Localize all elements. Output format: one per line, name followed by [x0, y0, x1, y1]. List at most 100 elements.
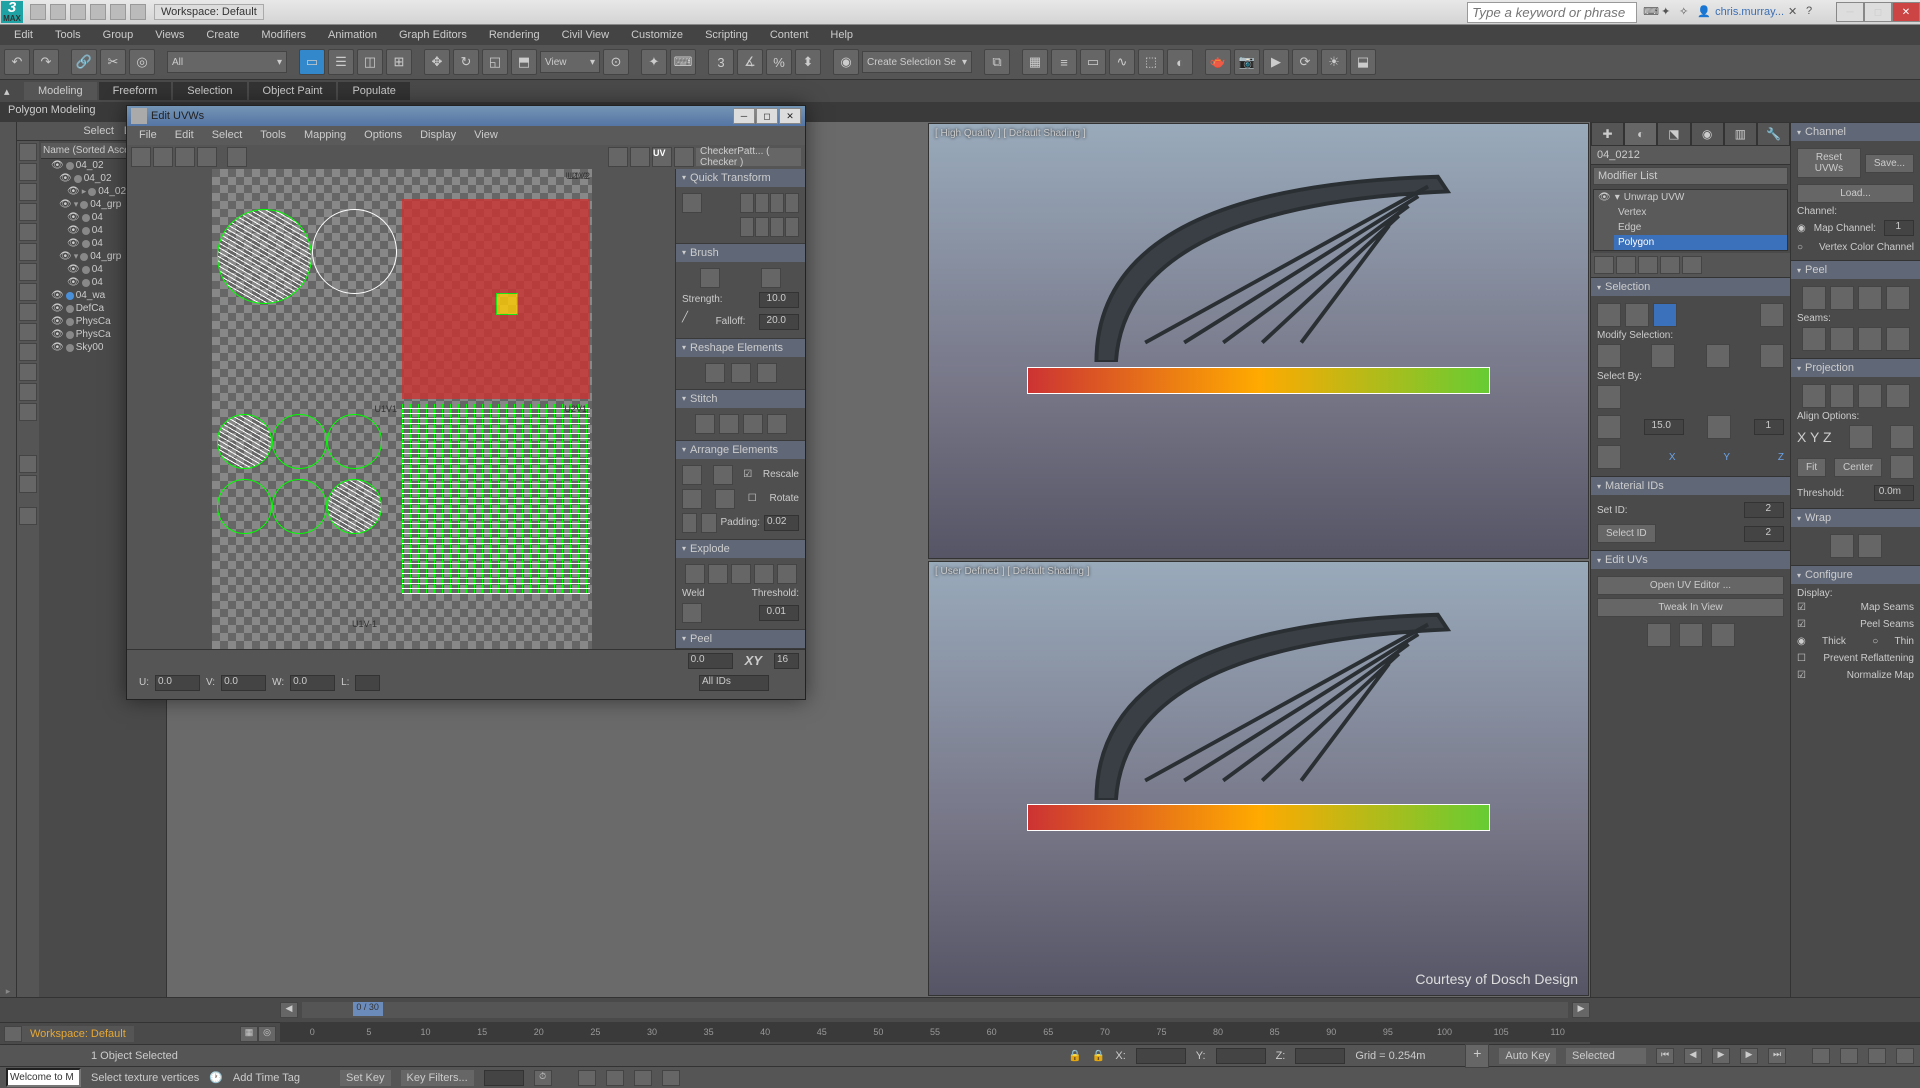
se-filter1-icon[interactable]	[19, 183, 37, 201]
tab-motion-icon[interactable]: ◉	[1691, 122, 1724, 146]
pack6-icon[interactable]	[701, 513, 716, 533]
minimize-button[interactable]: ─	[1836, 2, 1864, 22]
vpnav6-icon[interactable]	[606, 1070, 624, 1086]
qat-redo-icon[interactable]	[110, 4, 126, 20]
relax2-icon[interactable]	[757, 363, 777, 383]
uv-menu-mapping[interactable]: Mapping	[296, 127, 354, 143]
smgroup-spinner[interactable]: 1	[1754, 419, 1784, 435]
z-field[interactable]	[1295, 1048, 1345, 1064]
manipulate-icon[interactable]: ✦	[641, 49, 667, 75]
smgroup-icon[interactable]	[1707, 415, 1731, 439]
exp5-icon[interactable]	[777, 564, 797, 584]
pack5-icon[interactable]	[682, 513, 697, 533]
selectid-spinner[interactable]: 2	[1744, 526, 1784, 542]
select-name-icon[interactable]: ☰	[328, 49, 354, 75]
tab-modify-icon[interactable]: ◐	[1624, 122, 1657, 146]
window-crossing-icon[interactable]: ⊞	[386, 49, 412, 75]
activeshade-icon[interactable]: ☀	[1321, 49, 1347, 75]
next-frame-icon[interactable]: ▶	[1740, 1048, 1758, 1064]
wrap2-icon[interactable]	[1858, 534, 1882, 558]
percent-snap-icon[interactable]: %	[766, 49, 792, 75]
rollup-stitch[interactable]: Stitch	[676, 390, 805, 408]
rotate-check[interactable]: Rotate	[770, 493, 799, 504]
uv-gizmo[interactable]	[497, 294, 517, 314]
render-preset-icon[interactable]: ⬓	[1350, 49, 1376, 75]
thick-radio[interactable]: Thick	[1822, 636, 1846, 647]
ribbon-tab-modeling[interactable]: Modeling	[24, 82, 97, 100]
quickplanar3-icon[interactable]	[1711, 623, 1735, 647]
ribbon-tab-freeform[interactable]: Freeform	[99, 82, 172, 100]
quickplanar1-icon[interactable]	[1647, 623, 1671, 647]
bind-icon[interactable]: ◎	[129, 49, 155, 75]
qat-open-icon[interactable]	[50, 4, 66, 20]
curve-editor-icon[interactable]: ∿	[1109, 49, 1135, 75]
ribbon-expand-icon[interactable]: ▴	[4, 85, 22, 98]
remove-modifier-icon[interactable]	[1660, 256, 1680, 274]
rollup-quick-transform[interactable]: Quick Transform	[676, 169, 805, 187]
sel-element-icon[interactable]	[1760, 303, 1784, 327]
set-key-button[interactable]: Set Key	[340, 1070, 391, 1086]
prevent-reflattening-check[interactable]: Prevent Reflattening	[1823, 653, 1914, 664]
rollup-brush[interactable]: Brush	[676, 244, 805, 262]
pin-stack-icon[interactable]	[1594, 256, 1614, 274]
menu-help[interactable]: Help	[820, 27, 863, 43]
move-icon[interactable]: ✥	[424, 49, 450, 75]
weld-threshold-spinner[interactable]: 0.01	[759, 605, 799, 621]
signin-icon[interactable]: 👤	[1697, 5, 1711, 19]
left-gutter[interactable]: ▸	[0, 122, 17, 997]
uv-axis-label[interactable]: XY	[745, 653, 762, 668]
uv-maximize-button[interactable]: ◻	[756, 108, 778, 124]
qt7-icon[interactable]	[770, 217, 784, 237]
y-field[interactable]	[1216, 1048, 1266, 1064]
reset-uvws-button[interactable]: Reset UVWs	[1797, 148, 1861, 178]
rollup-channel[interactable]: Channel	[1791, 123, 1920, 141]
se-display-icon[interactable]	[19, 163, 37, 181]
key-filters-button[interactable]: Key Filters...	[401, 1070, 474, 1086]
uv-l-field[interactable]	[355, 675, 380, 691]
brush-paint-icon[interactable]	[700, 268, 720, 288]
qt5-icon[interactable]	[740, 217, 754, 237]
sel-vertex-icon[interactable]	[1597, 303, 1621, 327]
se-lock-icon[interactable]	[19, 143, 37, 161]
tab-hierarchy-icon[interactable]: ⬔	[1657, 122, 1690, 146]
render-setup-icon[interactable]: 🫖	[1205, 49, 1231, 75]
uv-island[interactable]	[312, 209, 397, 294]
uv-allids-dropdown[interactable]: All IDs	[699, 675, 769, 691]
qat-undo-icon[interactable]	[90, 4, 106, 20]
rollup-explode[interactable]: Explode	[676, 540, 805, 558]
modifier-stack[interactable]: 👁▾Unwrap UVW Vertex Edge Polygon	[1593, 189, 1788, 251]
schematic-icon[interactable]: ⬚	[1138, 49, 1164, 75]
material-editor-icon[interactable]: ◐	[1167, 49, 1193, 75]
named-selection-dropdown[interactable]: Create Selection Se▾	[862, 51, 972, 73]
menu-graph-editors[interactable]: Graph Editors	[389, 27, 477, 43]
stitch3-icon[interactable]	[743, 414, 763, 434]
rollup-wrap[interactable]: Wrap	[1791, 509, 1920, 527]
snap-icon[interactable]: 3	[708, 49, 734, 75]
rescale-check[interactable]: Rescale	[763, 469, 799, 480]
select-object-icon[interactable]: ▭	[299, 49, 325, 75]
goto-end-icon[interactable]: ⏭	[1768, 1048, 1786, 1064]
load-uvws-button[interactable]: Load...	[1797, 184, 1914, 203]
workspace-dropdown[interactable]: Workspace: Default	[154, 4, 264, 20]
seam1-icon[interactable]	[1802, 327, 1826, 351]
qat-save-icon[interactable]	[70, 4, 86, 20]
app-logo[interactable]: MAX	[1, 1, 23, 23]
spinner-snap-icon[interactable]: ⬍	[795, 49, 821, 75]
vpnav1-icon[interactable]	[1812, 1048, 1830, 1064]
se-filter11-icon[interactable]	[19, 383, 37, 401]
current-frame-field[interactable]	[484, 1070, 524, 1086]
uv-close-button[interactable]: ✕	[779, 108, 801, 124]
viewport-bottom[interactable]: [ User Defined ] [ Default Shading ] Cou…	[928, 561, 1589, 997]
viewport-top[interactable]: [ High Quality ] [ Default Shading ]	[928, 123, 1589, 559]
frame-indicator[interactable]: 0 / 30	[353, 1002, 383, 1016]
unlink-icon[interactable]: ✂	[100, 49, 126, 75]
planar-angle-spinner[interactable]: 15.0	[1644, 419, 1684, 435]
menu-edit[interactable]: Edit	[4, 27, 43, 43]
reset-proj-icon[interactable]	[1890, 455, 1914, 479]
uv-island-cluster[interactable]	[402, 404, 590, 594]
se-filter8-icon[interactable]	[19, 323, 37, 341]
rollup-arrange[interactable]: Arrange Elements	[676, 441, 805, 459]
menu-customize[interactable]: Customize	[621, 27, 693, 43]
star2-icon[interactable]: ✧	[1679, 5, 1693, 19]
maximize-button[interactable]: ◻	[1864, 2, 1892, 22]
